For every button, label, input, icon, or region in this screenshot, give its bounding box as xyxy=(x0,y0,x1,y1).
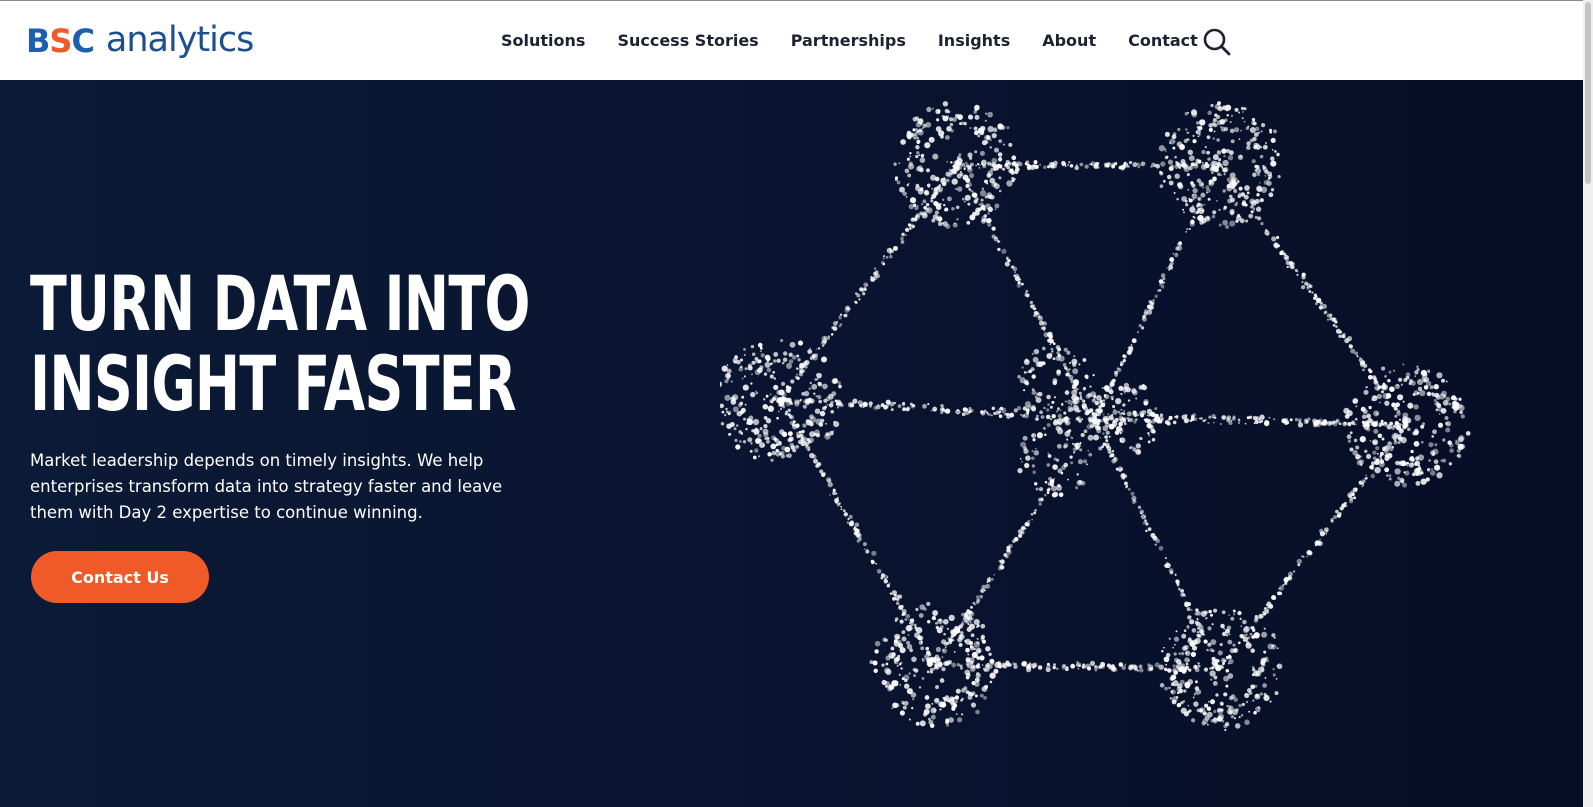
hero-title-line-1: TURN DATA INTO xyxy=(30,259,530,348)
logo-mark: BSC xyxy=(26,22,95,60)
hero-section: TURN DATA INTO INSIGHT FASTER Market lea… xyxy=(0,80,1583,807)
nav-item-success-stories[interactable]: Success Stories xyxy=(617,31,758,50)
page: BSC analytics Solutions Success Stories … xyxy=(0,0,1593,807)
logo-mark-c: C xyxy=(71,22,95,60)
main-navigation: Solutions Success Stories Partnerships I… xyxy=(501,1,1230,80)
nav-item-solutions[interactable]: Solutions xyxy=(501,31,585,50)
site-header: BSC analytics Solutions Success Stories … xyxy=(0,1,1583,80)
search-button[interactable] xyxy=(1202,27,1232,57)
nav-item-contact[interactable]: Contact xyxy=(1128,31,1198,50)
page-scrollbar[interactable] xyxy=(1583,0,1593,807)
nav-item-partnerships[interactable]: Partnerships xyxy=(791,31,906,50)
nav-item-about[interactable]: About xyxy=(1042,31,1096,50)
hero-title: TURN DATA INTO INSIGHT FASTER xyxy=(30,264,530,424)
logo-wordmark: analytics xyxy=(105,19,254,60)
contact-us-button[interactable]: Contact Us xyxy=(31,551,209,603)
logo-mark-b: B xyxy=(26,22,50,60)
scrollbar-thumb[interactable] xyxy=(1585,2,1591,184)
hero-title-line-2: INSIGHT FASTER xyxy=(30,339,517,428)
particle-network-illustration xyxy=(720,101,1471,732)
nav-item-insights[interactable]: Insights xyxy=(938,31,1010,50)
search-icon xyxy=(1203,28,1231,56)
logo-mark-s: S xyxy=(49,22,72,60)
brand-logo[interactable]: BSC analytics xyxy=(26,19,254,63)
hero-description: Market leadership depends on timely insi… xyxy=(30,451,503,522)
